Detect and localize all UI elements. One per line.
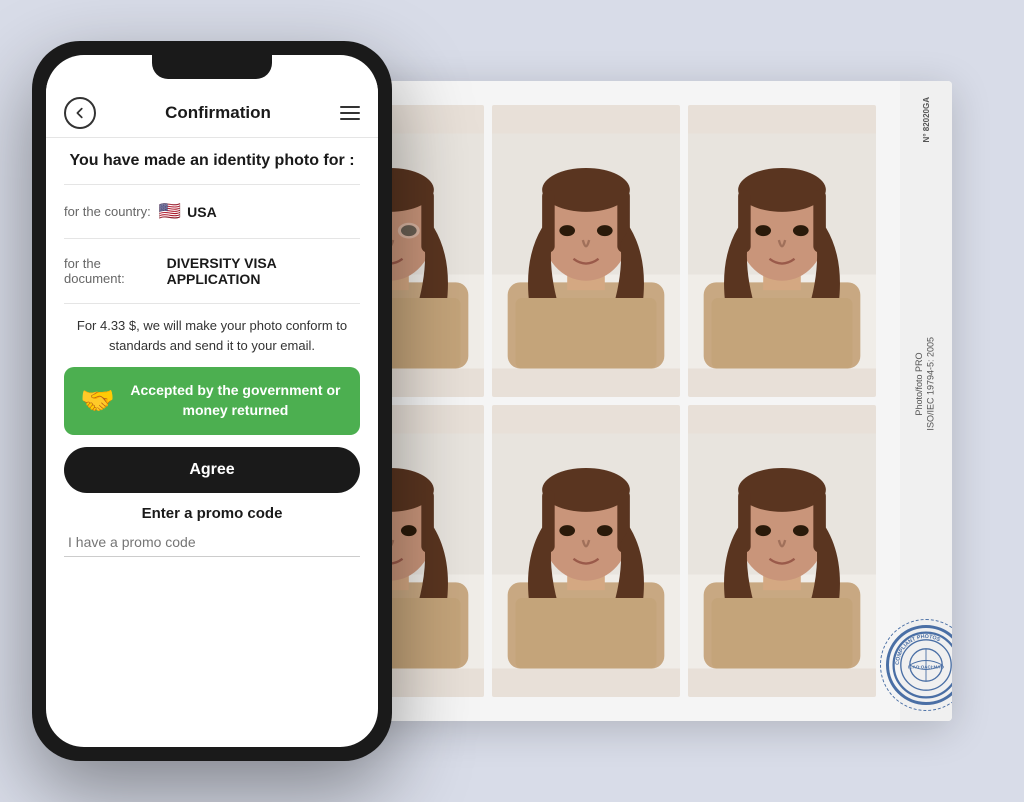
country-row: for the country: 🇺🇸 USA xyxy=(64,197,360,226)
svg-text:ICAO·OACI·MAO: ICAO·OACI·MAO xyxy=(908,665,944,670)
content-header: You have made an identity photo for : xyxy=(64,150,360,172)
main-scene: N° 82020GA Photo/foto PRO ISO/IEC 19794-… xyxy=(32,31,992,771)
photo-cell-3 xyxy=(688,105,876,397)
divider-3 xyxy=(64,303,360,304)
phone: Confirmation You have made an identity p… xyxy=(32,41,392,761)
nav-bar: Confirmation xyxy=(46,89,378,137)
svg-text:COMPLIANT PHOTOS: COMPLIANT PHOTOS xyxy=(895,634,941,665)
promo-title: Enter a promo code xyxy=(64,505,360,522)
compliance-stamp: COMPLIANT PHOTOS ICAO·OACI·MAO xyxy=(886,625,952,705)
sheet-brand: Photo/foto PRO ISO/IEC 19794-5: 2005 xyxy=(914,337,937,431)
country-label: for the country: xyxy=(64,204,151,219)
agree-button[interactable]: Agree xyxy=(64,447,360,493)
sheet-sidebar: N° 82020GA Photo/foto PRO ISO/IEC 19794-… xyxy=(900,81,952,721)
photo-cell-2 xyxy=(492,105,680,397)
phone-notch xyxy=(152,55,272,79)
divider-2 xyxy=(64,238,360,239)
menu-button[interactable] xyxy=(340,106,360,120)
back-button[interactable] xyxy=(64,97,96,129)
status-bar xyxy=(46,79,378,89)
nav-title: Confirmation xyxy=(165,103,271,123)
document-row: for the document: DIVERSITY VISA APPLICA… xyxy=(64,251,360,291)
phone-content: You have made an identity photo for : fo… xyxy=(46,138,378,747)
country-value: 🇺🇸 USA xyxy=(159,201,217,222)
phone-screen: Confirmation You have made an identity p… xyxy=(46,55,378,747)
document-label: for the document: xyxy=(64,256,159,286)
country-flag: 🇺🇸 xyxy=(159,201,181,222)
divider-1 xyxy=(64,184,360,185)
photo-cell-5 xyxy=(492,405,680,697)
sheet-number: N° 82020GA xyxy=(922,97,931,142)
guarantee-icon: 🤝 xyxy=(80,384,115,417)
guarantee-banner: 🤝 Accepted by the government or money re… xyxy=(64,367,360,434)
price-text: For 4.33 $, we will make your photo conf… xyxy=(64,316,360,355)
promo-input[interactable] xyxy=(64,528,360,557)
document-value: DIVERSITY VISA APPLICATION xyxy=(167,255,360,287)
promo-section: Enter a promo code xyxy=(64,505,360,557)
photo-cell-6 xyxy=(688,405,876,697)
guarantee-text: Accepted by the government or money retu… xyxy=(127,381,344,420)
